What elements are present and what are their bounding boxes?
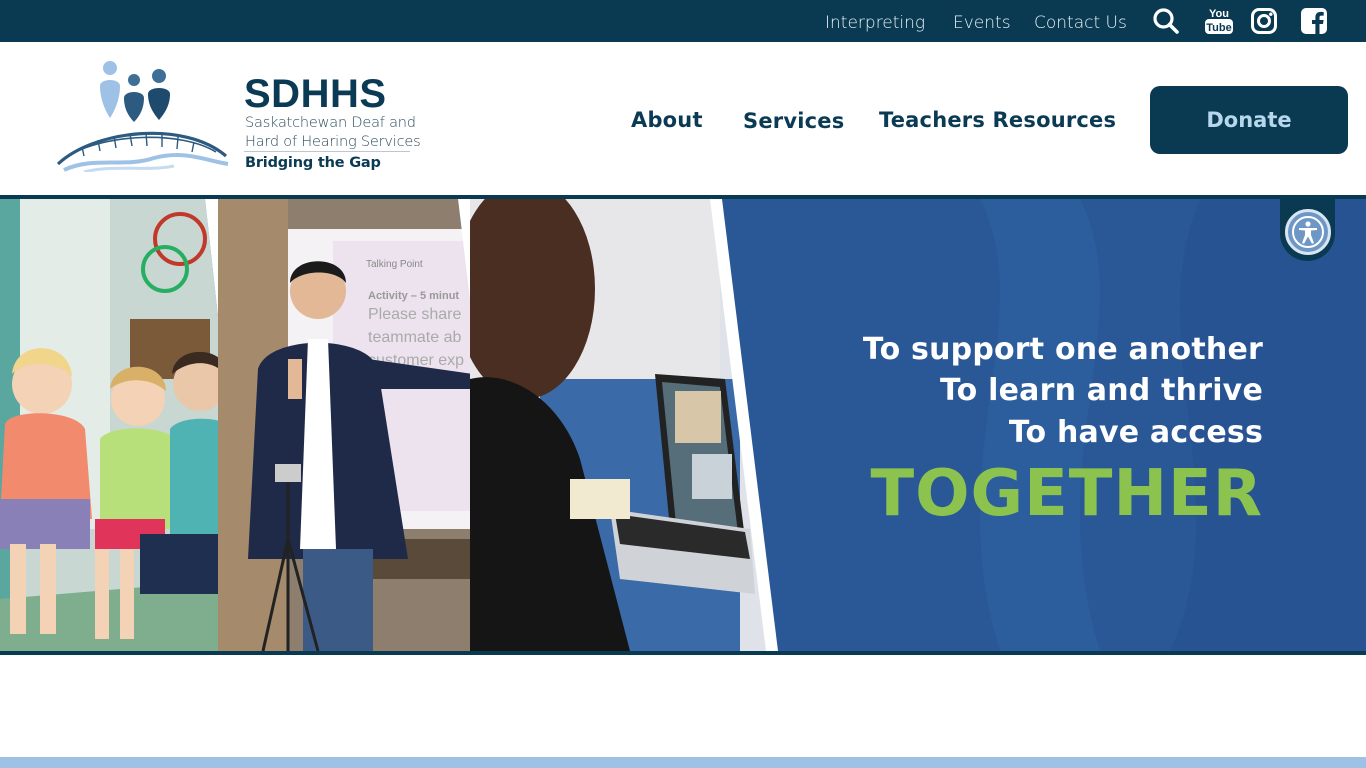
hero-line-1: To support one another: [862, 332, 1263, 367]
logo-subtitle-line2: Hard of Hearing Services: [245, 134, 421, 150]
hero-line-2: To learn and thrive: [939, 373, 1263, 408]
logo-title[interactable]: SDHHS: [244, 72, 387, 117]
slide-line1: Activity – 5 minut: [368, 290, 459, 302]
section-band: [0, 757, 1366, 768]
hero-bottom-border: [0, 651, 1366, 655]
youtube-you-text: You: [1209, 8, 1229, 20]
top-bar: Interpreting Events Contact Us You Tube: [0, 0, 1366, 42]
logo-subtitle-line1: Saskatchewan Deaf and: [245, 115, 416, 131]
hero-banner: Talking Point Activity – 5 minut Please …: [0, 199, 1366, 651]
nav-item-about[interactable]: About: [631, 108, 703, 132]
nav-item-services[interactable]: Services: [743, 109, 844, 133]
donate-button[interactable]: Donate: [1150, 86, 1348, 154]
sdhhs-logo-graphic[interactable]: [54, 60, 230, 172]
facebook-icon[interactable]: [1299, 6, 1329, 36]
slide-line2: Please share: [368, 306, 461, 323]
search-icon[interactable]: [1151, 6, 1181, 36]
top-link-events[interactable]: Events: [953, 13, 1011, 33]
hero-emphasis: TOGETHER: [870, 457, 1263, 531]
youtube-icon[interactable]: You Tube: [1203, 6, 1235, 36]
youtube-tube-text: Tube: [1206, 22, 1231, 34]
site-header: SDHHS Saskatchewan Deaf and Hard of Hear…: [0, 42, 1366, 196]
top-link-interpreting[interactable]: Interpreting: [825, 13, 925, 33]
instagram-icon[interactable]: [1249, 6, 1279, 36]
logo-tagline: Bridging the Gap: [245, 155, 381, 171]
photo-divider-3: [710, 199, 778, 651]
top-link-contact-us[interactable]: Contact Us: [1034, 13, 1127, 33]
slide-line3: teammate ab: [368, 329, 461, 346]
slide-heading: Talking Point: [366, 259, 423, 270]
nav-item-teachers-resources[interactable]: Teachers Resources: [879, 108, 1116, 132]
accessibility-button[interactable]: [1280, 199, 1335, 261]
accessibility-icon: [1284, 209, 1331, 255]
hero-line-3: To have access: [1008, 415, 1263, 450]
logo-divider: [244, 151, 410, 152]
